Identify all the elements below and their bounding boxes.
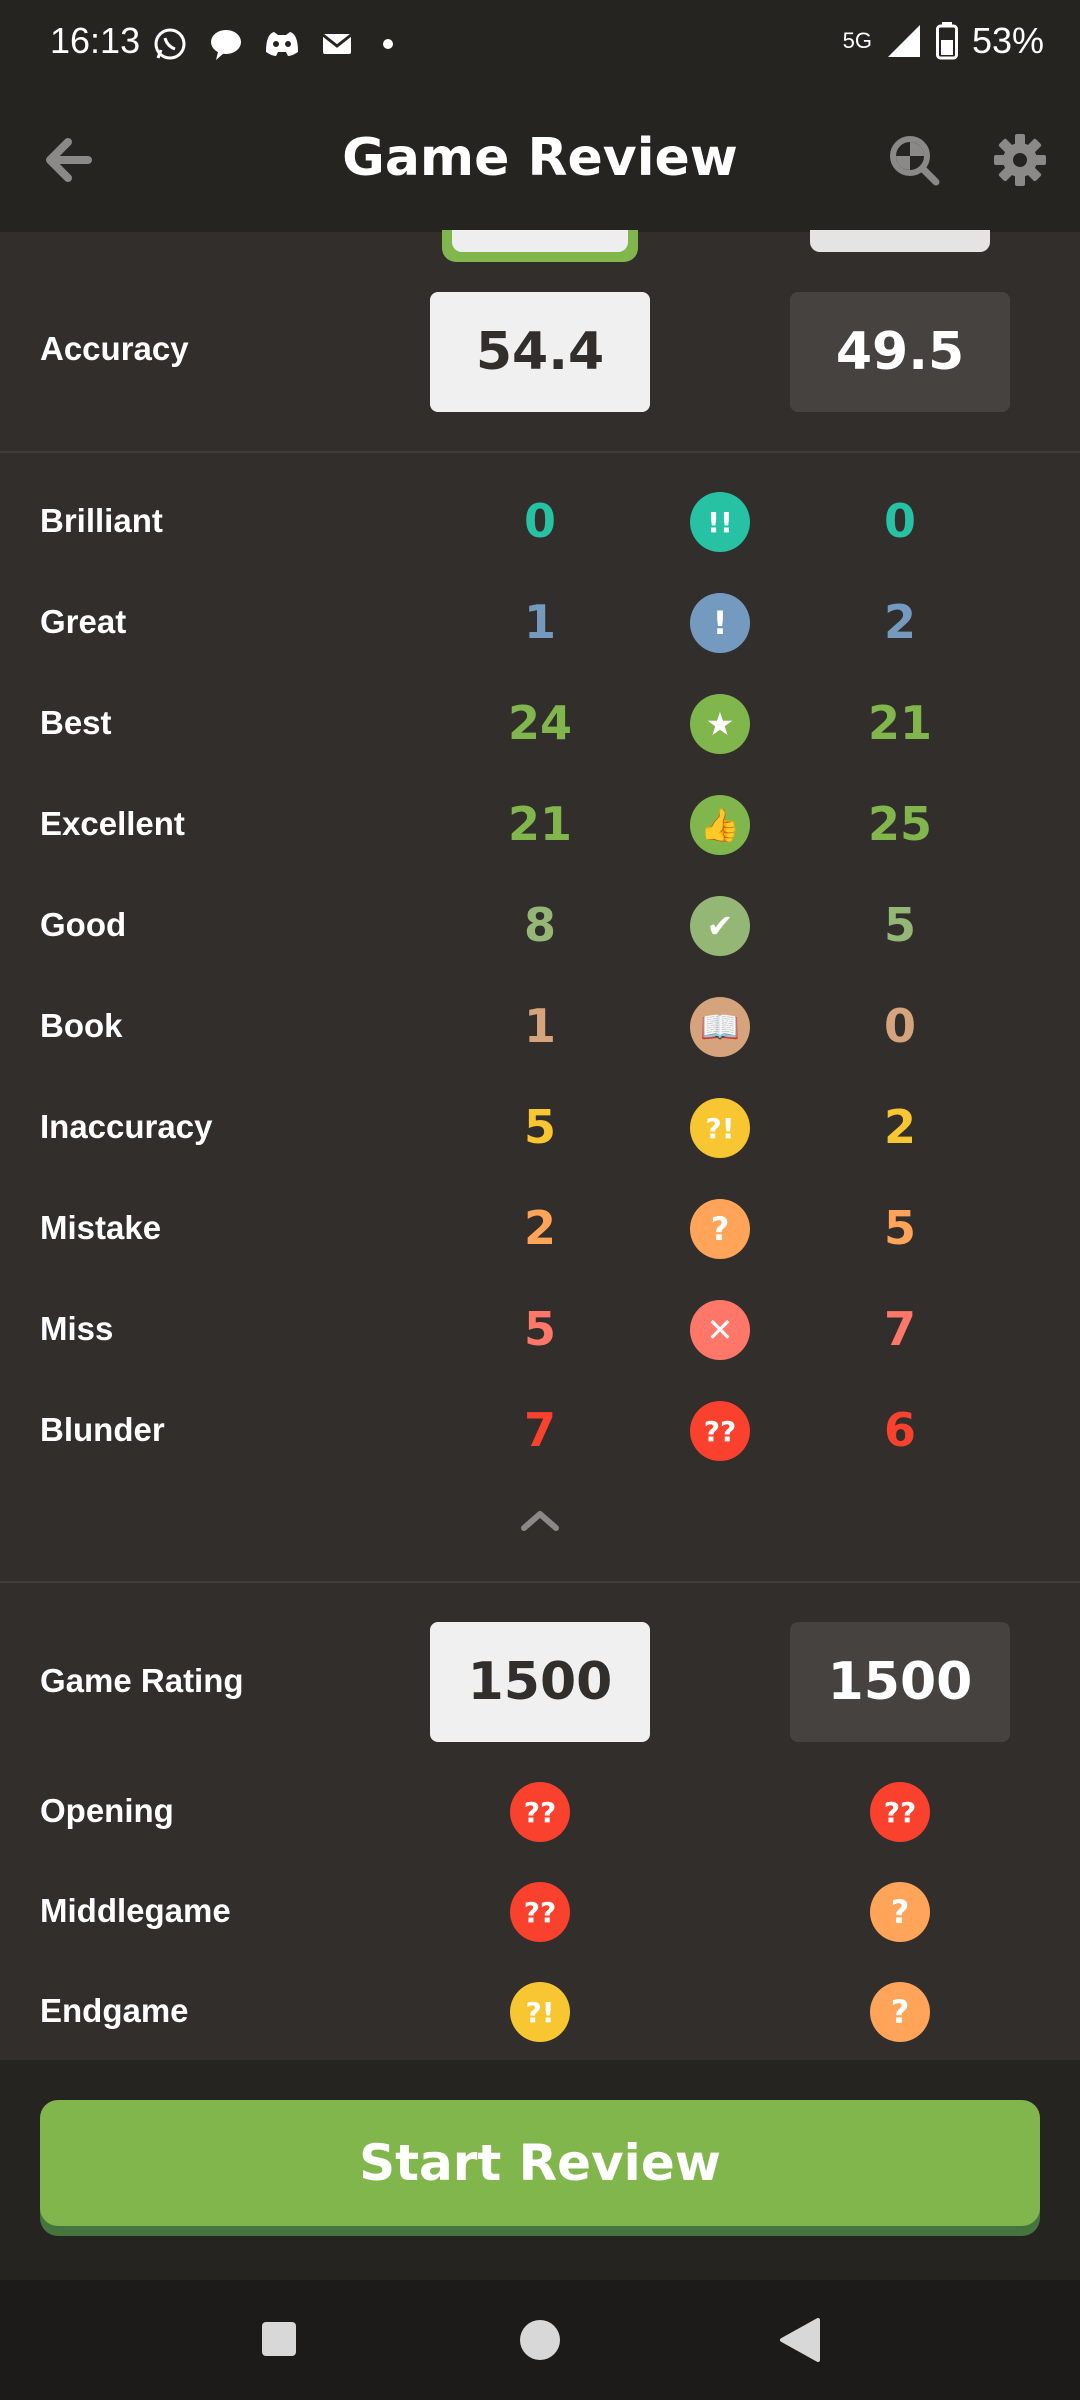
start-review-button[interactable]: Start Review: [40, 2100, 1040, 2226]
black-move-count: 6: [883, 1403, 916, 1457]
move-label: Miss: [40, 1310, 114, 1347]
divider: [0, 451, 1080, 453]
black-move-count: 25: [867, 797, 932, 851]
system-navigation-bar: [0, 2280, 1080, 2400]
black-move-count: 7: [883, 1302, 916, 1356]
messenger-icon: [211, 30, 241, 60]
move-label: Good: [40, 906, 127, 943]
battery-icon: [935, 22, 958, 60]
black-move-count: 5: [883, 898, 916, 952]
white-phase-blunder-icon: ??: [510, 1782, 570, 1842]
white-move-count: 24: [507, 696, 572, 750]
book-icon: 📖: [690, 997, 750, 1057]
mail-icon: [322, 33, 352, 54]
move-label: Mistake: [40, 1209, 162, 1246]
move-label: Great: [40, 603, 127, 640]
game-rating-label: Game Rating: [40, 1662, 244, 1699]
white-move-count: 5: [523, 1302, 556, 1356]
mistake-icon: ?: [690, 1199, 750, 1259]
accuracy-label: Accuracy: [40, 330, 189, 367]
white-game-rating: 1500: [430, 1622, 650, 1742]
phase-label: Opening: [40, 1792, 174, 1829]
good-check-icon: ✔: [690, 896, 750, 956]
white-move-count: 1: [523, 999, 556, 1053]
home-circle-icon[interactable]: [518, 2318, 562, 2362]
more-notifications-dot-icon: [383, 39, 393, 49]
signal-icon: [887, 25, 920, 57]
top-app-bar: Game Review: [0, 88, 1080, 232]
battery-percent: 53%: [971, 20, 1044, 61]
discord-icon: [266, 32, 298, 56]
move-label: Inaccuracy: [40, 1108, 213, 1145]
black-move-count: 21: [867, 696, 932, 750]
white-move-count: 1: [523, 595, 556, 649]
white-move-count: 5: [523, 1100, 556, 1154]
black-move-count: 5: [883, 1201, 916, 1255]
black-move-count: 2: [883, 595, 916, 649]
whatsapp-icon: [154, 28, 186, 60]
analysis-search-icon[interactable]: [884, 130, 944, 190]
blunder-icon: ??: [690, 1401, 750, 1461]
white-phase-blunder-icon: ??: [510, 1882, 570, 1942]
white-player-avatar-card[interactable]: [442, 230, 638, 262]
white-move-count: 0: [523, 494, 556, 548]
move-label: Excellent: [40, 805, 185, 842]
move-label: Blunder: [40, 1411, 165, 1448]
status-bar: 16:13 5G 53%: [0, 0, 1080, 88]
chevron-up-icon[interactable]: [510, 1500, 570, 1540]
network-type: 5G: [842, 28, 872, 53]
white-move-count: 2: [523, 1201, 556, 1255]
white-move-count: 8: [523, 898, 556, 952]
black-move-count: 2: [883, 1100, 916, 1154]
brilliant-icon: !!: [690, 492, 750, 552]
recents-square-icon[interactable]: [260, 2320, 298, 2358]
white-move-count: 21: [507, 797, 572, 851]
black-phase-mistake-icon: ?: [870, 1882, 930, 1942]
black-phase-blunder-icon: ??: [870, 1782, 930, 1842]
black-player-avatar-card[interactable]: [810, 230, 990, 252]
gear-icon[interactable]: [990, 130, 1050, 190]
white-phase-inaccuracy-icon: ?!: [510, 1982, 570, 2042]
phase-label: Middlegame: [40, 1892, 231, 1929]
best-star-icon: ★: [690, 694, 750, 754]
black-game-rating: 1500: [790, 1622, 1010, 1742]
status-time: 16:13: [50, 20, 141, 61]
black-move-count: 0: [883, 494, 916, 548]
inaccuracy-icon: ?!: [690, 1098, 750, 1158]
phase-label: Endgame: [40, 1992, 189, 2029]
excellent-thumb-icon: 👍: [690, 795, 750, 855]
back-triangle-icon[interactable]: [778, 2318, 822, 2362]
divider: [0, 1581, 1080, 1583]
move-label: Best: [40, 704, 112, 741]
white-accuracy: 54.4: [430, 292, 650, 412]
move-label: Brilliant: [40, 502, 163, 539]
black-move-count: 0: [883, 999, 916, 1053]
white-move-count: 7: [523, 1403, 556, 1457]
great-icon: !: [690, 593, 750, 653]
miss-icon: ✕: [690, 1300, 750, 1360]
black-accuracy: 49.5: [790, 292, 1010, 412]
move-label: Book: [40, 1007, 123, 1044]
black-phase-mistake-icon: ?: [870, 1982, 930, 2042]
